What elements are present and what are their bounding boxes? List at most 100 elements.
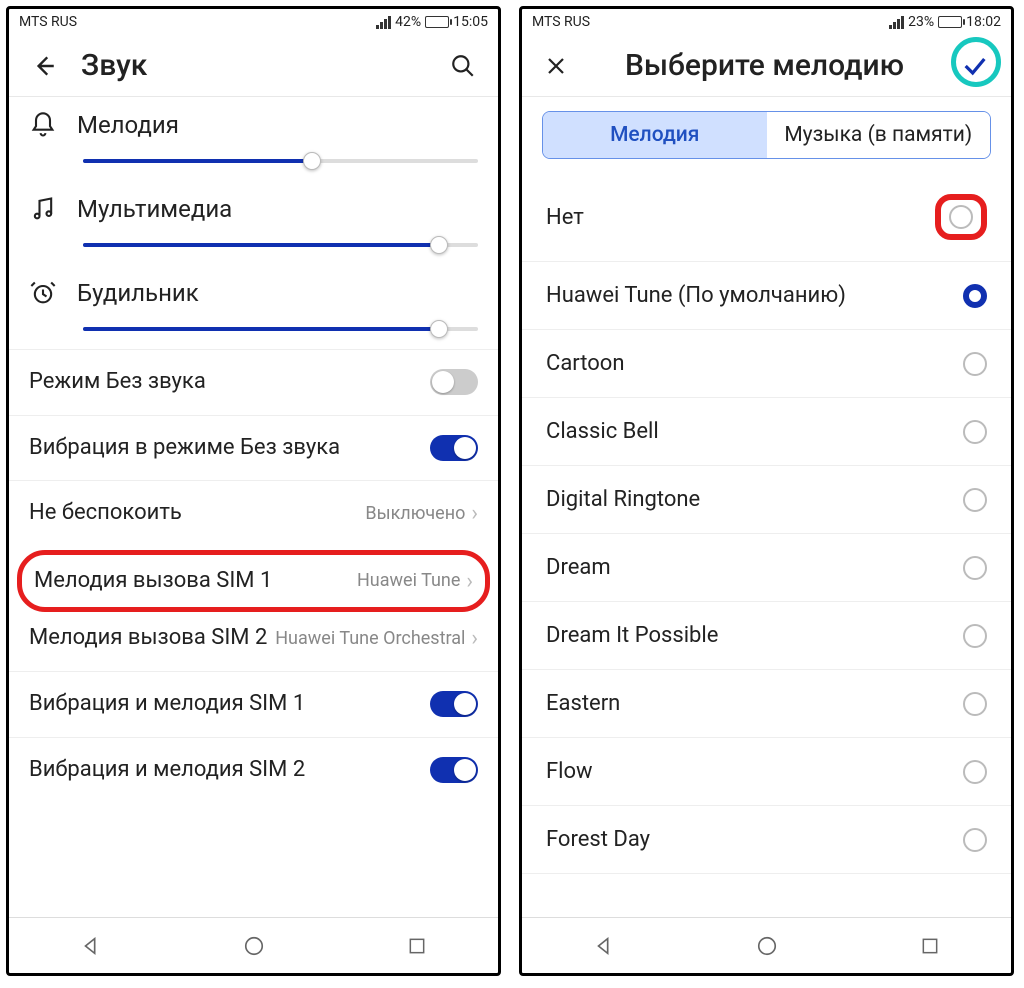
highlight-confirm-icon <box>951 37 1001 87</box>
volume-alarm: Будильник <box>9 265 498 349</box>
close-button[interactable] <box>538 48 574 84</box>
signal-icon <box>376 16 391 29</box>
dnd-label: Не беспокоить <box>29 499 365 528</box>
header: Звук <box>9 35 498 97</box>
ringtone-item-eastern[interactable]: Eastern <box>522 670 1011 738</box>
nav-bar <box>9 917 498 973</box>
ringtone-item-dream-possible[interactable]: Dream It Possible <box>522 602 1011 670</box>
radio-icon[interactable] <box>949 205 973 229</box>
radio-icon[interactable] <box>963 624 987 648</box>
vib-sim1-toggle[interactable] <box>430 691 478 717</box>
phone-left: MTS RUS 42% 15:05 Звук Мелодия <box>6 6 501 976</box>
row-vibrate-sim2[interactable]: Вибрация и мелодия SIM 2 <box>9 737 498 803</box>
carrier-label: MTS RUS <box>19 14 77 30</box>
ringtone-item-cartoon[interactable]: Cartoon <box>522 330 1011 398</box>
radio-icon[interactable] <box>963 760 987 784</box>
silent-toggle[interactable] <box>430 369 478 395</box>
ringtone-label: Digital Ringtone <box>546 487 700 512</box>
ringtone-slider[interactable] <box>83 151 478 171</box>
sim1-value: Huawei Tune <box>357 570 460 592</box>
ringtone-label: Forest Day <box>546 827 650 852</box>
page-title: Выберите мелодию <box>592 48 937 83</box>
bell-icon <box>29 111 57 139</box>
highlight-radio-icon <box>935 194 987 240</box>
volume-label: Мультимедиа <box>77 195 232 223</box>
ringtone-item-forest[interactable]: Forest Day <box>522 806 1011 874</box>
alarm-icon <box>29 279 57 307</box>
music-icon <box>29 195 57 223</box>
vibrate-silent-label: Вибрация в режиме Без звука <box>29 434 430 463</box>
row-ringtone-sim1[interactable]: Мелодия вызова SIM 1 Huawei Tune › <box>17 550 490 613</box>
ringtone-item-none[interactable]: Нет <box>522 173 1011 262</box>
nav-home[interactable] <box>237 929 271 963</box>
signal-icon <box>889 16 904 29</box>
radio-icon[interactable] <box>963 556 987 580</box>
header: Выберите мелодию <box>522 35 1011 97</box>
ringtone-label: Classic Bell <box>546 419 659 444</box>
clock: 18:02 <box>966 14 1001 30</box>
nav-recent[interactable] <box>401 930 433 962</box>
battery-percent: 23% <box>908 14 934 30</box>
dnd-value: Выключено <box>365 503 465 525</box>
status-bar: MTS RUS 23% 18:02 <box>522 9 1011 35</box>
row-dnd[interactable]: Не беспокоить Выключено › <box>9 480 498 546</box>
volume-media: Мультимедиа <box>9 181 498 265</box>
battery-icon <box>425 16 449 28</box>
radio-icon[interactable] <box>963 828 987 852</box>
search-button[interactable] <box>444 47 482 85</box>
chevron-right-icon: › <box>466 569 473 594</box>
ringtone-item-flow[interactable]: Flow <box>522 738 1011 806</box>
vibrate-silent-toggle[interactable] <box>430 435 478 461</box>
tab-music[interactable]: Музыка (в памяти) <box>767 112 991 158</box>
ringtone-label: Huawei Tune (По умолчанию) <box>546 283 846 308</box>
status-bar: MTS RUS 42% 15:05 <box>9 9 498 35</box>
vib-sim2-toggle[interactable] <box>430 757 478 783</box>
tab-melody[interactable]: Мелодия <box>543 112 767 158</box>
nav-back[interactable] <box>74 929 108 963</box>
sim2-label: Мелодия вызова SIM 2 <box>29 624 275 653</box>
radio-icon[interactable] <box>963 352 987 376</box>
battery-icon <box>938 16 962 28</box>
volume-label: Будильник <box>77 279 199 307</box>
radio-icon[interactable] <box>963 488 987 512</box>
nav-home[interactable] <box>750 929 784 963</box>
ringtone-item-classic-bell[interactable]: Classic Bell <box>522 398 1011 466</box>
clock: 15:05 <box>453 14 488 30</box>
ringtone-label: Dream It Possible <box>546 623 718 648</box>
row-vibrate-sim1[interactable]: Вибрация и мелодия SIM 1 <box>9 671 498 737</box>
radio-icon[interactable] <box>963 420 987 444</box>
ringtone-label: Flow <box>546 759 593 784</box>
phone-right: MTS RUS 23% 18:02 Выберите мелодию Мелод… <box>519 6 1014 976</box>
segmented-tabs: Мелодия Музыка (в памяти) <box>542 111 991 159</box>
ringtone-label: Dream <box>546 555 611 580</box>
radio-icon[interactable] <box>963 692 987 716</box>
radio-icon[interactable] <box>963 284 987 308</box>
ringtone-item-dream[interactable]: Dream <box>522 534 1011 602</box>
ringtone-label: Cartoon <box>546 351 625 376</box>
row-silent-mode[interactable]: Режим Без звука <box>9 349 498 415</box>
ringtone-label: Нет <box>546 205 584 230</box>
ringtone-list: Нет Huawei Tune (По умолчанию) Cartoon C… <box>522 173 1011 917</box>
silent-label: Режим Без звука <box>29 368 430 397</box>
sound-content: Мелодия Мультимедиа <box>9 97 498 917</box>
vib-sim1-label: Вибрация и мелодия SIM 1 <box>29 690 430 719</box>
row-ringtone-sim2[interactable]: Мелодия вызова SIM 2 Huawei Tune Orchest… <box>9 616 498 671</box>
sim1-label: Мелодия вызова SIM 1 <box>34 567 357 596</box>
nav-recent[interactable] <box>914 930 946 962</box>
page-title: Звук <box>81 48 426 83</box>
chevron-right-icon: › <box>471 501 478 526</box>
volume-ringtone: Мелодия <box>9 97 498 181</box>
vib-sim2-label: Вибрация и мелодия SIM 2 <box>29 756 430 785</box>
sim2-value: Huawei Tune Orchestral <box>275 628 465 650</box>
volume-label: Мелодия <box>77 111 179 139</box>
row-vibrate-silent[interactable]: Вибрация в режиме Без звука <box>9 415 498 481</box>
media-slider[interactable] <box>83 235 478 255</box>
nav-bar <box>522 917 1011 973</box>
ringtone-item-digital[interactable]: Digital Ringtone <box>522 466 1011 534</box>
carrier-label: MTS RUS <box>532 14 590 30</box>
ringtone-label: Eastern <box>546 691 620 716</box>
ringtone-item-huawei-tune[interactable]: Huawei Tune (По умолчанию) <box>522 262 1011 330</box>
nav-back[interactable] <box>587 929 621 963</box>
back-button[interactable] <box>25 47 63 85</box>
alarm-slider[interactable] <box>83 319 478 339</box>
